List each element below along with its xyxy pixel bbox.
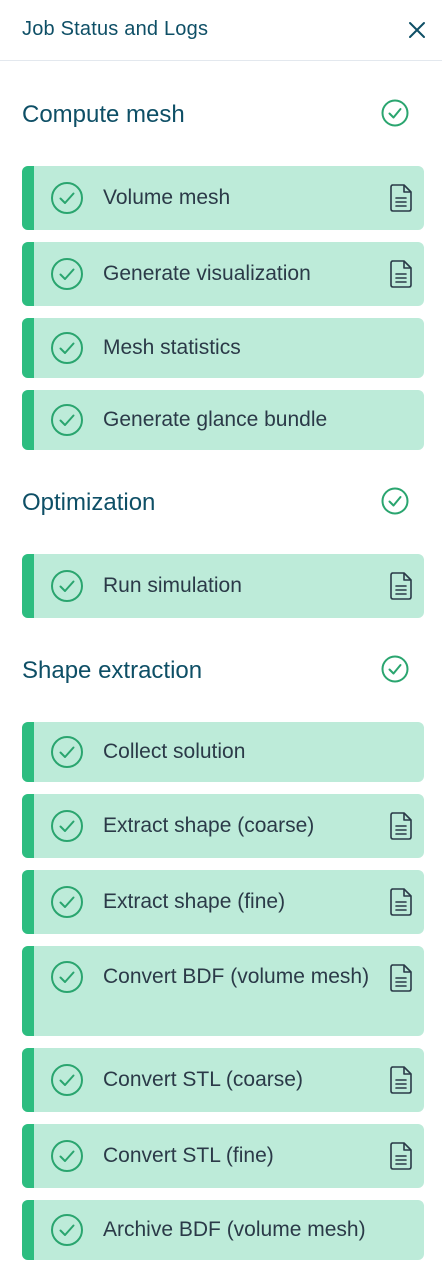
task-item-collect-solution[interactable]: Collect solution bbox=[22, 722, 424, 782]
check-circle-icon bbox=[51, 736, 83, 768]
task-label: Run simulation bbox=[103, 574, 242, 597]
section-title: Compute mesh bbox=[22, 101, 185, 128]
log-document-icon[interactable] bbox=[388, 571, 414, 601]
task-item-generate-visualization[interactable]: Generate visualization bbox=[22, 242, 424, 306]
check-circle-icon bbox=[381, 487, 409, 515]
section-title: Optimization bbox=[22, 489, 156, 516]
task-item-convert-stl-fine[interactable]: Convert STL (fine) bbox=[22, 1124, 424, 1188]
task-item-volume-mesh[interactable]: Volume mesh bbox=[22, 166, 424, 230]
section-header-optimization: Optimization bbox=[22, 482, 420, 522]
check-circle-icon bbox=[51, 961, 83, 993]
task-label: Generate glance bundle bbox=[103, 408, 328, 431]
section-header-shape-extraction: Shape extraction bbox=[22, 650, 420, 690]
check-circle-icon bbox=[381, 655, 409, 683]
check-circle-icon bbox=[51, 570, 83, 602]
close-icon bbox=[409, 22, 425, 38]
check-circle-icon bbox=[51, 810, 83, 842]
task-label: Mesh statistics bbox=[103, 336, 241, 359]
task-label: Convert BDF (volume mesh) bbox=[103, 965, 370, 988]
log-document-icon[interactable] bbox=[388, 183, 414, 213]
check-circle-icon bbox=[51, 404, 83, 436]
check-circle-icon bbox=[51, 258, 83, 290]
check-circle-icon bbox=[51, 1140, 83, 1172]
task-label: Archive BDF (volume mesh) bbox=[103, 1218, 366, 1241]
check-circle-icon bbox=[51, 1214, 83, 1246]
log-document-icon[interactable] bbox=[388, 963, 414, 993]
task-label: Convert STL (coarse) bbox=[103, 1068, 303, 1091]
log-document-icon[interactable] bbox=[388, 811, 414, 841]
check-circle-icon bbox=[51, 1064, 83, 1096]
task-label: Volume mesh bbox=[103, 186, 231, 209]
check-circle-icon bbox=[51, 182, 83, 214]
task-label: Collect solution bbox=[103, 740, 246, 763]
task-label: Generate visualization bbox=[103, 262, 311, 285]
section-header-compute-mesh: Compute mesh bbox=[22, 94, 420, 134]
task-item-run-simulation[interactable]: Run simulation bbox=[22, 554, 424, 618]
task-label: Extract shape (fine) bbox=[103, 890, 286, 913]
task-item-convert-stl-coarse[interactable]: Convert STL (coarse) bbox=[22, 1048, 424, 1112]
panel-title: Job Status and Logs bbox=[22, 18, 209, 40]
close-button[interactable] bbox=[406, 19, 428, 41]
task-item-mesh-statistics[interactable]: Mesh statistics bbox=[22, 318, 424, 378]
log-document-icon[interactable] bbox=[388, 1065, 414, 1095]
check-circle-icon bbox=[51, 332, 83, 364]
check-circle-icon bbox=[51, 886, 83, 918]
task-item-generate-glance-bundle[interactable]: Generate glance bundle bbox=[22, 390, 424, 450]
task-label: Convert STL (fine) bbox=[103, 1144, 274, 1167]
task-item-extract-shape-coarse[interactable]: Extract shape (coarse) bbox=[22, 794, 424, 858]
task-item-archive-bdf-volume-mesh[interactable]: Archive BDF (volume mesh) bbox=[22, 1200, 424, 1260]
task-item-convert-bdf-volume-mesh[interactable]: Convert BDF (volume mesh) bbox=[22, 946, 424, 1036]
task-label: Extract shape (coarse) bbox=[103, 814, 315, 837]
section-title: Shape extraction bbox=[22, 657, 203, 684]
log-document-icon[interactable] bbox=[388, 259, 414, 289]
log-document-icon[interactable] bbox=[388, 1141, 414, 1171]
log-document-icon[interactable] bbox=[388, 887, 414, 917]
check-circle-icon bbox=[381, 99, 409, 127]
panel-header: Job Status and Logs bbox=[0, 0, 442, 61]
task-item-extract-shape-fine[interactable]: Extract shape (fine) bbox=[22, 870, 424, 934]
